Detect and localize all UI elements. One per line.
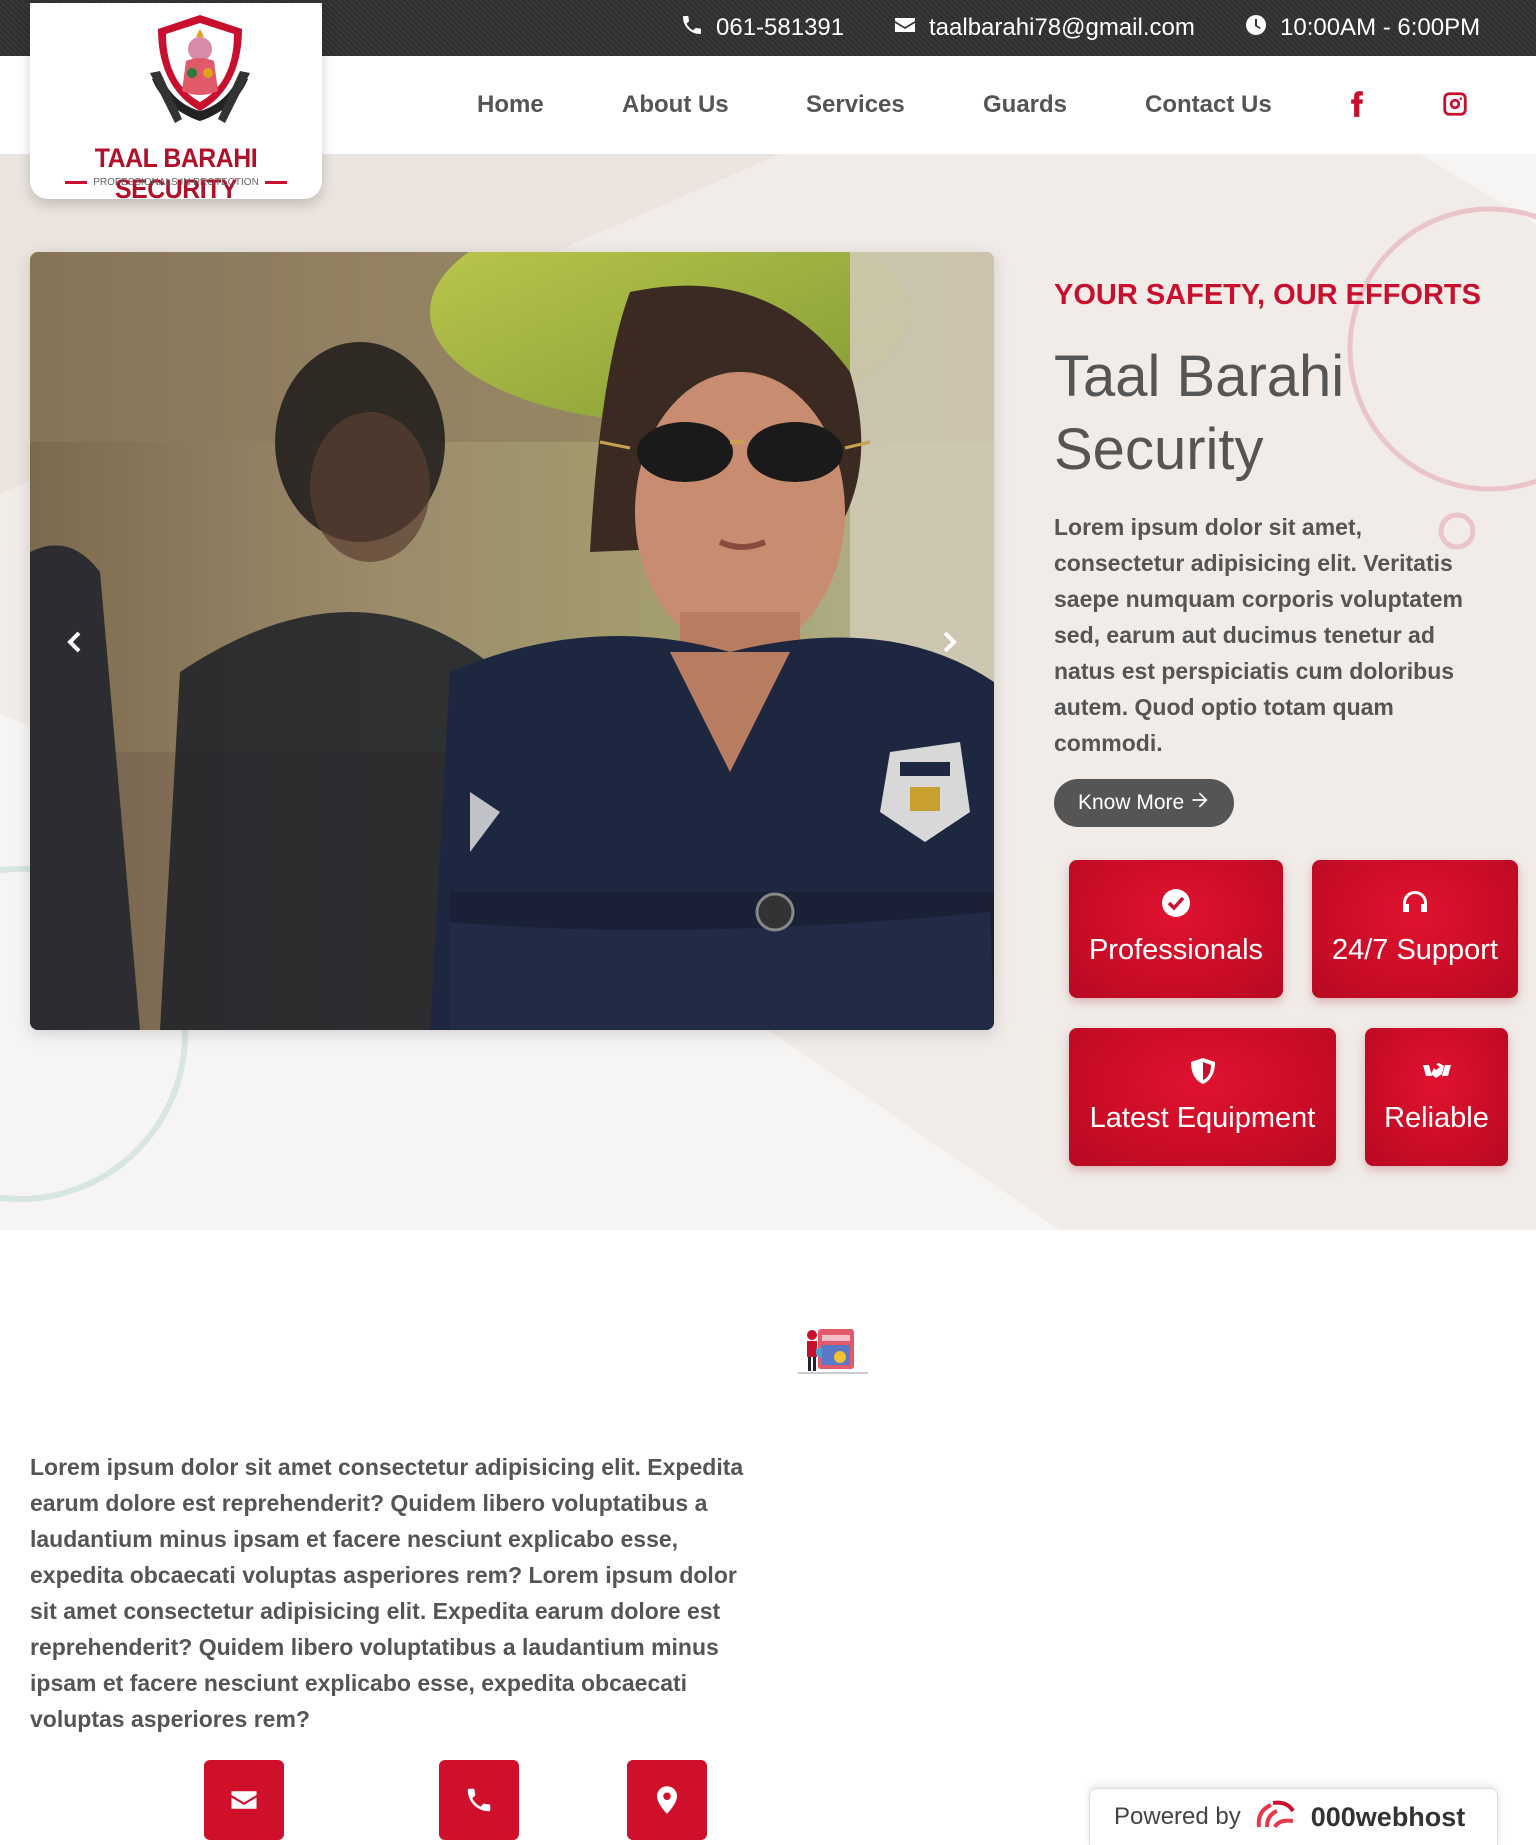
- phone-icon: [467, 1788, 491, 1812]
- location-contact-button[interactable]: [627, 1760, 707, 1840]
- carousel-prev-button[interactable]: [60, 627, 90, 657]
- hero-eyebrow: YOUR SAFETY, OUR EFFORTS: [1054, 279, 1481, 311]
- know-more-button[interactable]: Know More: [1054, 779, 1235, 827]
- powered-by-badge[interactable]: Powered by 000webhost: [1089, 1788, 1498, 1845]
- hero-description: Lorem ipsum dolor sit amet, consectetur …: [1054, 514, 1463, 756]
- feature-professionals: Professionals: [1069, 860, 1283, 998]
- feature-label: 24/7 Support: [1331, 934, 1499, 966]
- shield-icon: [1190, 1058, 1215, 1084]
- check-circle-icon: [1162, 889, 1190, 917]
- carousel-next-button[interactable]: [934, 627, 964, 657]
- topbar-phone-text: 061-581391: [716, 14, 845, 41]
- site-logo[interactable]: TAAL BARAHI SECURITY PROFESSIONALS IN PR…: [30, 3, 322, 204]
- about-text: Lorem ipsum dolor sit amet consectetur a…: [30, 1454, 744, 1732]
- logo-emblem-icon: [150, 15, 250, 123]
- facebook-icon[interactable]: [1343, 90, 1371, 118]
- feature-label: Latest Equipment: [1089, 1102, 1316, 1134]
- feature-reliable: Reliable: [1365, 1028, 1508, 1166]
- clock-icon: [1244, 13, 1268, 44]
- nav-about-us[interactable]: About Us: [622, 56, 729, 154]
- feature-label: Professionals: [1088, 934, 1264, 966]
- feature-equipment: Latest Equipment: [1069, 1028, 1336, 1166]
- hero-carousel[interactable]: [30, 252, 994, 1030]
- feature-label: Reliable: [1384, 1102, 1489, 1134]
- envelope-icon: [231, 1791, 257, 1809]
- nav-services[interactable]: Services: [806, 56, 905, 154]
- email-contact-button[interactable]: [204, 1760, 284, 1840]
- handshake-icon: [1422, 1063, 1451, 1078]
- nav-home[interactable]: Home: [477, 56, 544, 154]
- arrow-right-icon: [1190, 790, 1210, 816]
- topbar-email[interactable]: taalbarahi78@gmail.com: [893, 0, 1195, 56]
- headphones-icon: [1403, 891, 1427, 912]
- logo-tagline: PROFESSIONALS IN PROTECTION: [30, 177, 322, 188]
- powered-by-brand: 000webhost: [1310, 1801, 1466, 1832]
- map-marker-icon: [657, 1786, 677, 1814]
- topbar-hours: 10:00AM - 6:00PM: [1244, 0, 1480, 56]
- nav-contact-us[interactable]: Contact Us: [1145, 56, 1272, 154]
- powered-by-label: Powered by: [1114, 1803, 1241, 1830]
- topbar-phone[interactable]: 061-581391: [680, 0, 844, 56]
- envelope-icon: [893, 13, 917, 44]
- hero-section: YOUR SAFETY, OUR EFFORTS Taal Barahi Sec…: [0, 154, 1536, 1230]
- phone-icon: [680, 13, 704, 44]
- topbar-hours-text: 10:00AM - 6:00PM: [1280, 14, 1481, 41]
- logo-title: TAAL BARAHI SECURITY: [94, 143, 258, 204]
- know-more-label: Know More: [1078, 791, 1185, 814]
- security-illustration-icon: [798, 1329, 868, 1374]
- topbar-email-text: taalbarahi78@gmail.com: [929, 14, 1195, 41]
- webhost-logo-icon: [1256, 1800, 1295, 1829]
- instagram-icon[interactable]: [1441, 90, 1469, 118]
- security-guard-photo: [30, 252, 994, 1030]
- hero-title: Taal Barahi Security: [1054, 344, 1345, 482]
- phone-contact-button[interactable]: [439, 1760, 519, 1840]
- nav-guards[interactable]: Guards: [983, 56, 1067, 154]
- feature-support: 24/7 Support: [1312, 860, 1518, 998]
